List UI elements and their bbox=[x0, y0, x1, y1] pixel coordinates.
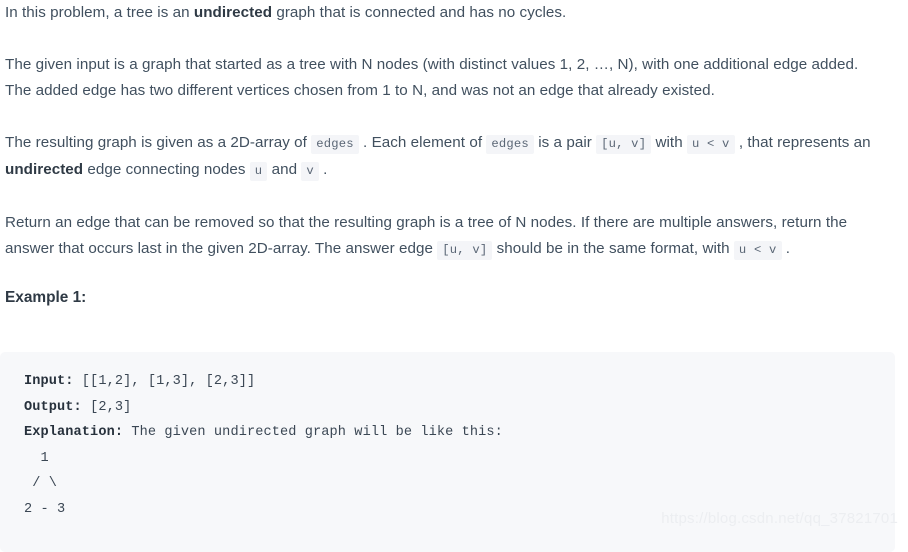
bold-term: undirected bbox=[5, 161, 84, 178]
paragraph-intro: In this problem, a tree is an undirected… bbox=[5, 0, 884, 26]
code-line-label: Explanation: bbox=[24, 425, 124, 440]
text-run: with bbox=[651, 134, 687, 151]
code-line-label: Input: bbox=[24, 374, 74, 389]
text-run: and bbox=[267, 161, 302, 178]
text-run: , that represents an bbox=[734, 134, 871, 151]
text-run: should be in the same format, with bbox=[492, 240, 734, 257]
bold-term: undirected bbox=[193, 4, 273, 21]
problem-description: In this problem, a tree is an undirected… bbox=[0, 0, 908, 309]
paragraph-edges-description: The resulting graph is given as a 2D-arr… bbox=[5, 130, 884, 184]
code-line-text: The given undirected graph will be like … bbox=[123, 425, 503, 440]
inline-code-chip: edges bbox=[311, 135, 359, 154]
text-run: . bbox=[781, 240, 791, 257]
text-run: is a pair bbox=[533, 134, 597, 151]
inline-code-chip: u < v bbox=[733, 241, 782, 260]
text-run: The resulting graph is given as a 2D-arr… bbox=[5, 134, 312, 151]
article-page: In this problem, a tree is an undirected… bbox=[0, 0, 908, 552]
code-line-text: [[1,2], [1,3], [2,3]] bbox=[73, 374, 256, 389]
code-line-text: 2 - 3 bbox=[24, 501, 66, 517]
code-line-label: Output: bbox=[24, 399, 82, 415]
inline-code-chip: u < v bbox=[686, 135, 735, 154]
inline-code-chip: u bbox=[249, 162, 268, 181]
code-line-text: [2,3] bbox=[81, 399, 132, 415]
example-heading: Example 1: bbox=[5, 289, 87, 306]
code-line-text: 1 bbox=[24, 450, 49, 466]
paragraph-input-description: The given input is a graph that started … bbox=[5, 52, 884, 104]
text-run: . Each element of bbox=[358, 134, 487, 151]
paragraph-return-description: Return an edge that can be removed so th… bbox=[5, 210, 884, 263]
code-content: Input: [[1,2], [1,3], [2,3]] Output: [2,… bbox=[24, 369, 895, 522]
inline-code-chip: edges bbox=[486, 135, 534, 154]
inline-code-chip: [u, v] bbox=[437, 241, 493, 260]
text-run: edge connecting nodes bbox=[83, 161, 250, 178]
watermark: https://blog.csdn.net/qq_37821701 bbox=[661, 510, 898, 527]
code-line-text: / \ bbox=[24, 476, 58, 491]
inline-code-chip: [u, v] bbox=[596, 135, 652, 154]
text-run: In this problem, a tree is an bbox=[5, 4, 194, 21]
text-run: The given input is a graph that started … bbox=[5, 56, 859, 99]
text-run: graph that is connected and has no cycle… bbox=[272, 4, 567, 21]
text-run: . bbox=[318, 161, 328, 178]
inline-code-chip: v bbox=[301, 162, 319, 181]
